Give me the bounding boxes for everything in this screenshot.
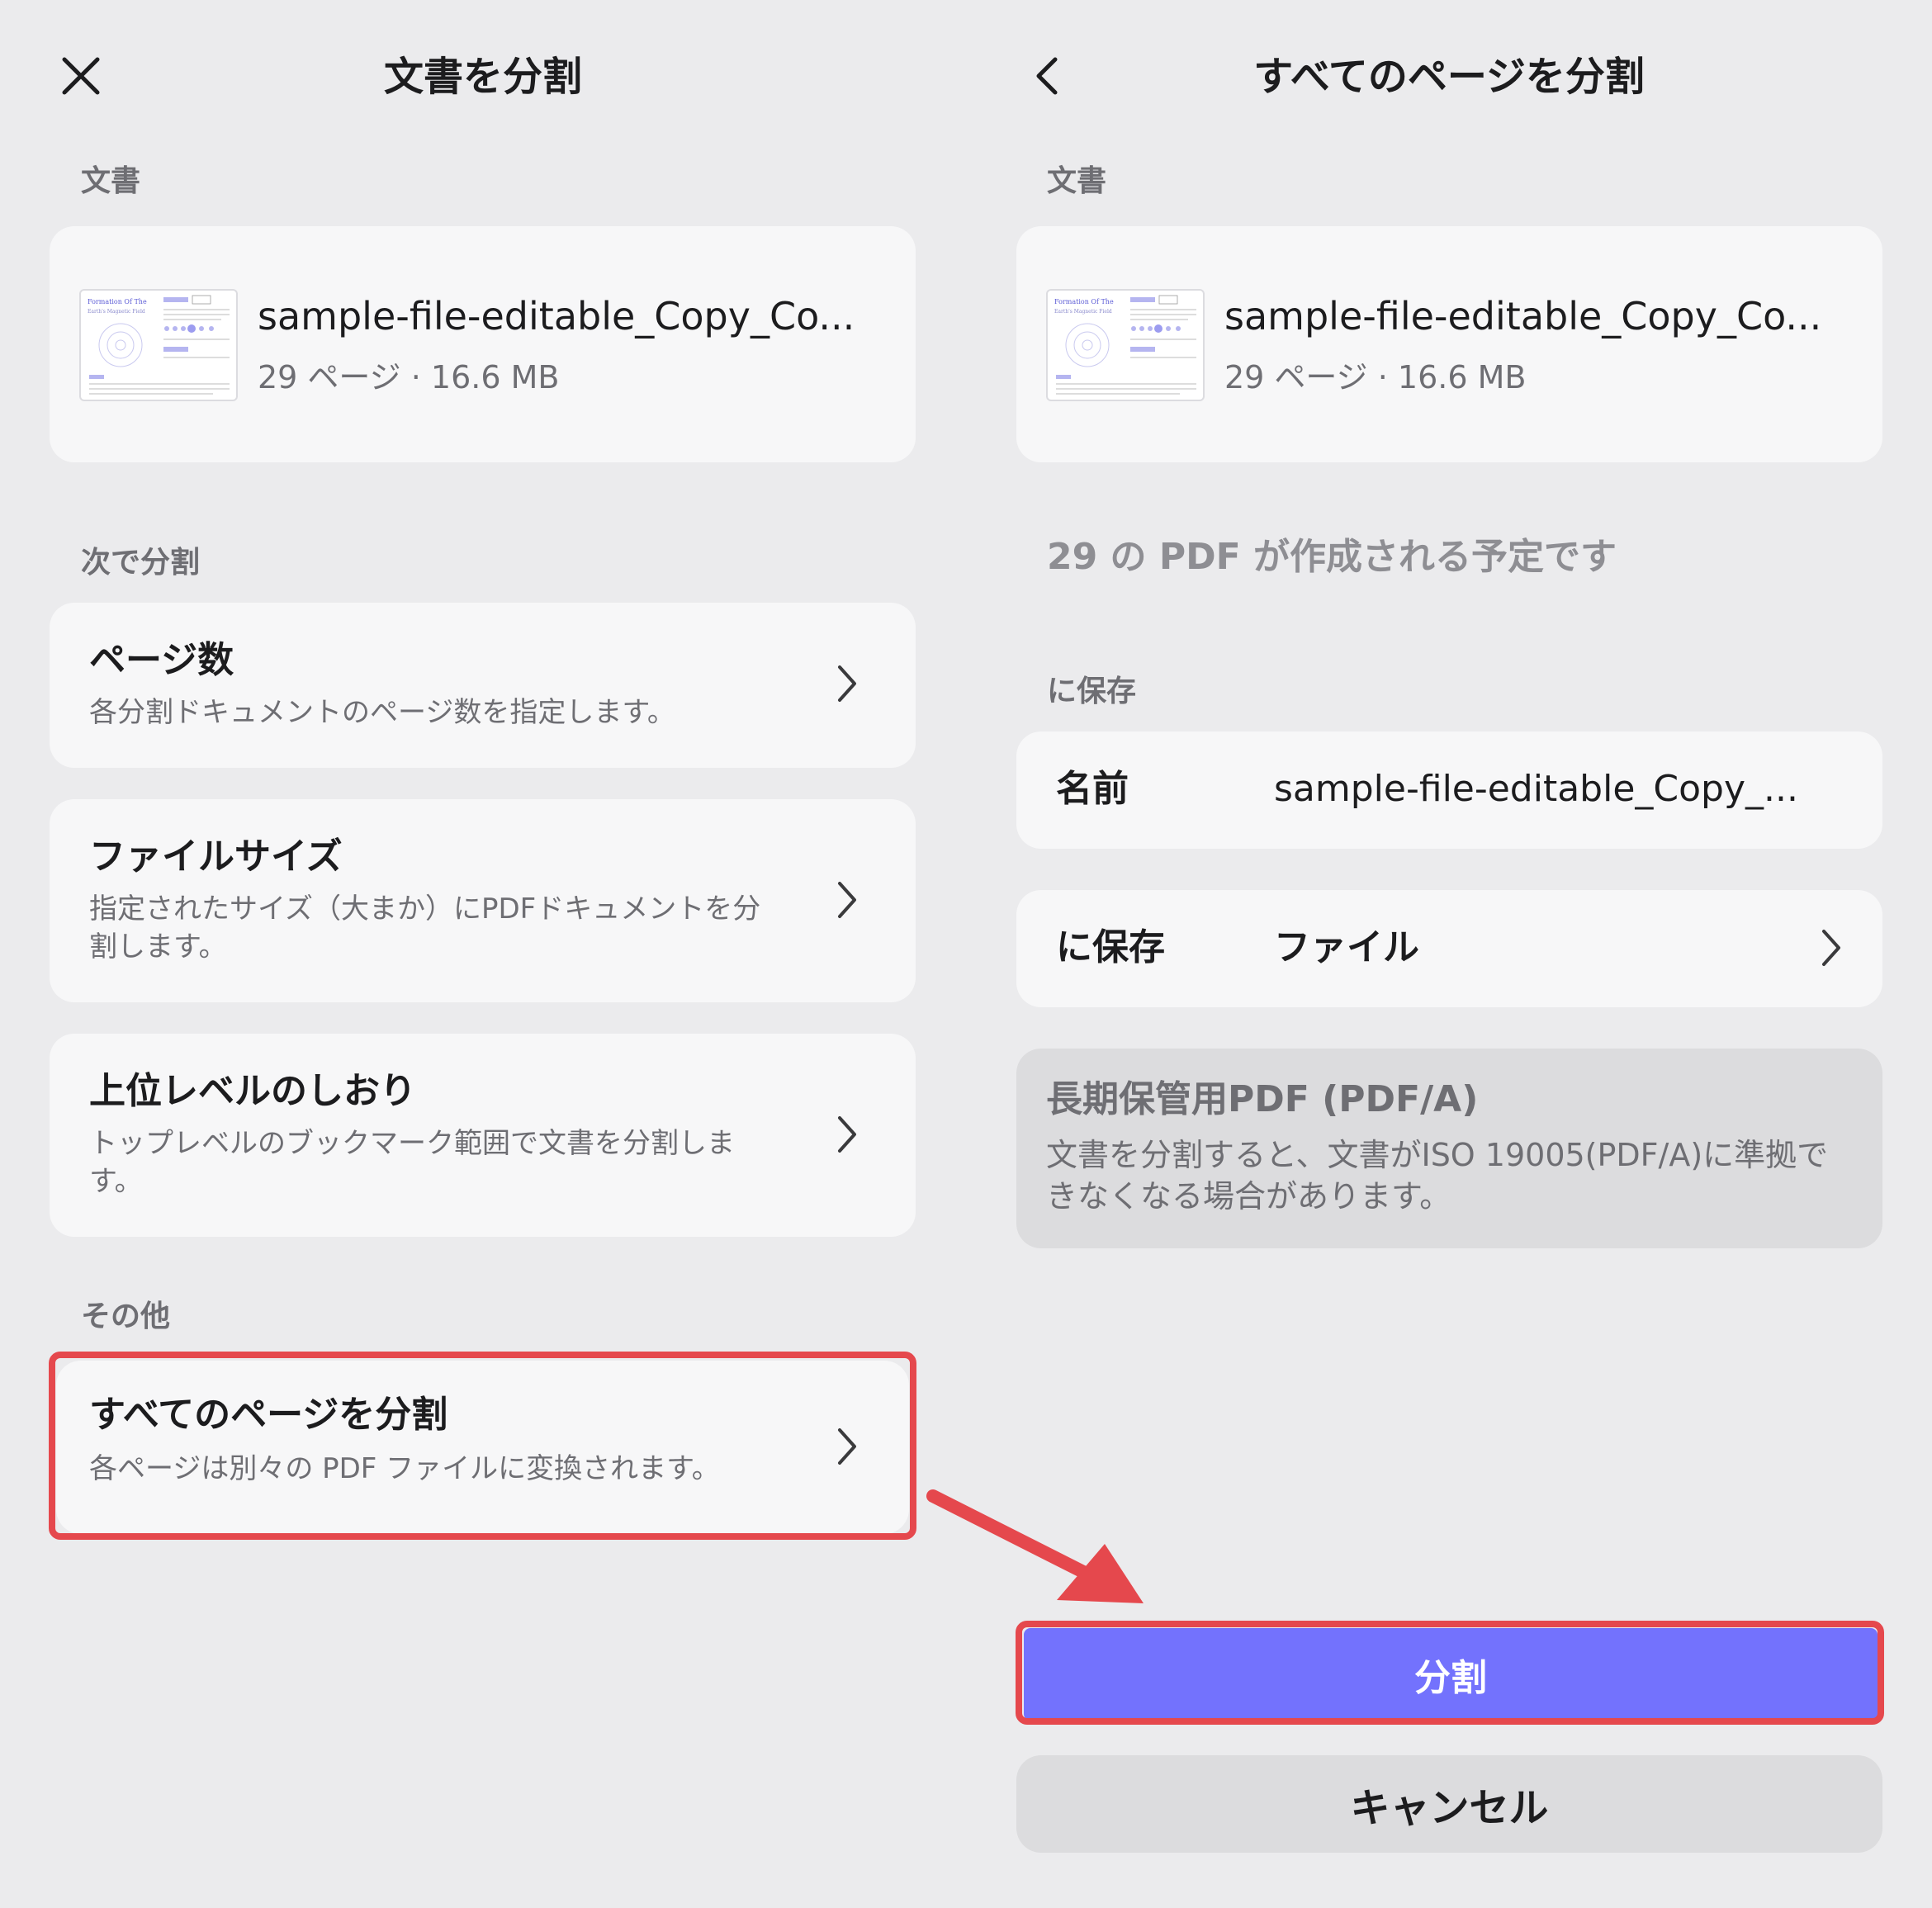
pdfa-description: 文書を分割すると、文書がISO 19005(PDF/A)に準拠できなくなる場合が… <box>1046 1137 1829 1214</box>
pdfa-title: 長期保管用PDF (PDF/A) <box>1046 1078 1479 1120</box>
option-description: 各分割ドキュメントのページ数を指定します。 <box>89 696 675 729</box>
option-top-level-bookmarks[interactable]: 上位レベルのしおり トップレベルのブックマーク範囲で文書を分割します。 <box>50 1034 916 1237</box>
name-row[interactable]: 名前 sample-file-editable_Copy_... <box>1016 731 1882 849</box>
option-file-size[interactable]: ファイルサイズ 指定されたサイズ（大まか）にPDFドキュメントを分割します。 <box>50 799 916 1002</box>
highlight-box-all-pages <box>49 1352 916 1540</box>
chevron-right-icon <box>830 1110 863 1159</box>
save-location-row[interactable]: に保存 ファイル <box>1016 890 1882 1007</box>
annotation-arrow <box>926 1489 1144 1603</box>
thumb-title: Formation Of The <box>1054 298 1114 305</box>
option-title: ページ数 <box>89 639 234 681</box>
chevron-right-icon <box>1814 923 1847 973</box>
thumb-subtitle: Earth's Magnetic Field <box>88 309 145 315</box>
thumb-title: Formation Of The <box>88 298 147 305</box>
pdfa-notice: 長期保管用PDF (PDF/A) 文書を分割すると、文書がISO 19005(P… <box>1016 1049 1882 1248</box>
document-card: Formation Of The Earth's Magnetic Field … <box>50 226 916 462</box>
option-description: トップレベルのブックマーク範囲で文書を分割します。 <box>89 1127 735 1198</box>
thumb-subtitle: Earth's Magnetic Field <box>1054 309 1112 315</box>
document-meta: 29 ページ · 16.6 MB <box>1224 359 1527 395</box>
close-icon[interactable] <box>56 51 106 101</box>
document-thumbnail: Formation Of The Earth's Magnetic Field <box>79 289 238 401</box>
output-count-info: 29 の PDF が作成される予定です <box>1047 536 1617 578</box>
option-title: 上位レベルのしおり <box>89 1070 416 1112</box>
chevron-right-icon <box>830 875 863 925</box>
section-label-split-by: 次で分割 <box>81 546 201 580</box>
document-name: sample-file-editable_Copy_Co... <box>1224 294 1822 339</box>
document-thumbnail: Formation Of The Earth's Magnetic Field <box>1046 289 1205 401</box>
name-value[interactable]: sample-file-editable_Copy_... <box>1274 765 1798 814</box>
save-location-label: に保存 <box>1056 926 1165 968</box>
option-page-count[interactable]: ページ数 各分割ドキュメントのページ数を指定します。 <box>50 603 916 768</box>
chevron-left-icon[interactable] <box>1024 51 1073 101</box>
document-card: Formation Of The Earth's Magnetic Field … <box>1016 226 1882 462</box>
document-meta: 29 ページ · 16.6 MB <box>258 359 560 395</box>
highlight-box-split-button <box>1016 1621 1884 1725</box>
section-label-other: その他 <box>81 1300 171 1333</box>
page-title: すべてのページを分割 <box>1253 54 1645 100</box>
option-title: ファイルサイズ <box>89 836 343 878</box>
section-label-document: 文書 <box>81 164 141 198</box>
option-description: 指定されたサイズ（大まか）にPDFドキュメントを分割します。 <box>89 892 761 963</box>
section-label-document: 文書 <box>1047 164 1107 198</box>
name-label: 名前 <box>1056 768 1129 810</box>
page-title: 文書を分割 <box>383 54 582 100</box>
chevron-right-icon <box>830 659 863 708</box>
save-location-value: ファイル <box>1274 926 1419 968</box>
document-name: sample-file-editable_Copy_Co... <box>258 294 855 339</box>
cancel-button[interactable]: キャンセル <box>1016 1755 1882 1853</box>
section-label-save-to: に保存 <box>1047 675 1137 708</box>
